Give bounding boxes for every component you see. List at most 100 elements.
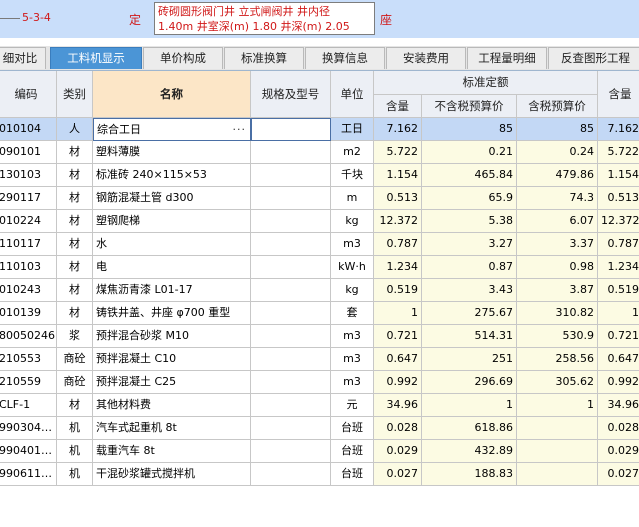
cell-name[interactable]: 综合工日 ··· (93, 118, 251, 141)
cell-quantity-2[interactable]: 0.721 (598, 325, 639, 348)
quota-description-editor[interactable]: 砖砌圆形阀门井 立式闸阀井 井内径 1.40m 井室深(m) 1.80 井深(m… (154, 2, 375, 35)
cell-quantity-2[interactable]: 7.162 (598, 118, 639, 141)
cell-unit[interactable]: kg (331, 210, 374, 233)
cell-code[interactable]: 80050246 (0, 325, 57, 348)
cell-price-incl-tax[interactable]: 305.62 (517, 371, 598, 394)
cell-quantity[interactable]: 34.96 (374, 394, 422, 417)
cell-name[interactable]: 水 (93, 233, 251, 256)
cell-name[interactable]: 预拌混合砂浆 M10 (93, 325, 251, 348)
cell-unit[interactable]: m3 (331, 348, 374, 371)
cell-price-excl-tax[interactable]: 275.67 (422, 302, 517, 325)
cell-name[interactable]: 电 (93, 256, 251, 279)
cell-category[interactable]: 机 (57, 463, 93, 486)
cell-quantity-2[interactable]: 1.154 (598, 164, 639, 187)
cell-category[interactable]: 材 (57, 256, 93, 279)
cell-price-excl-tax[interactable]: 85 (422, 118, 517, 141)
cell-category[interactable]: 材 (57, 141, 93, 164)
cell-quantity[interactable]: 1.234 (374, 256, 422, 279)
cell-spec[interactable] (251, 348, 331, 371)
cell-unit[interactable]: 台班 (331, 463, 374, 486)
header-code[interactable]: 编码 (0, 71, 57, 118)
tab-0[interactable]: 细对比 (0, 47, 46, 69)
tab-3[interactable]: 标准换算 (224, 47, 304, 69)
cell-quantity[interactable]: 0.027 (374, 463, 422, 486)
header-name[interactable]: 名称 (93, 71, 251, 118)
cell-quantity-2[interactable]: 0.992 (598, 371, 639, 394)
cell-category[interactable]: 商砼 (57, 348, 93, 371)
more-options-icon[interactable]: ··· (233, 119, 247, 140)
cell-code[interactable]: 290117 (0, 187, 57, 210)
cell-unit[interactable]: m2 (331, 141, 374, 164)
header-price-incl-tax[interactable]: 含税预算价 (517, 95, 598, 118)
cell-unit[interactable]: m (331, 187, 374, 210)
cell-price-incl-tax[interactable]: 310.82 (517, 302, 598, 325)
header-spec[interactable]: 规格及型号 (251, 71, 331, 118)
cell-code[interactable]: 990611… (0, 463, 57, 486)
cell-name[interactable]: 钢筋混凝土管 d300 (93, 187, 251, 210)
cell-quantity-2[interactable]: 12.372 (598, 210, 639, 233)
cell-quantity[interactable]: 0.519 (374, 279, 422, 302)
cell-name[interactable]: 塑钢爬梯 (93, 210, 251, 233)
cell-quantity[interactable]: 0.721 (374, 325, 422, 348)
cell-code[interactable]: 110117 (0, 233, 57, 256)
header-quantity[interactable]: 含量 (374, 95, 422, 118)
cell-quantity-2[interactable]: 1.234 (598, 256, 639, 279)
cell-price-excl-tax[interactable]: 3.27 (422, 233, 517, 256)
cell-quantity[interactable]: 5.722 (374, 141, 422, 164)
quota-row[interactable]: 5-3-4 定 砖砌圆形阀门井 立式闸阀井 井内径 1.40m 井室深(m) 1… (0, 0, 639, 38)
cell-spec[interactable] (251, 210, 331, 233)
cell-code[interactable]: 010224 (0, 210, 57, 233)
cell-quantity-2[interactable]: 0.027 (598, 463, 639, 486)
cell-unit[interactable]: m3 (331, 371, 374, 394)
cell-quantity-2[interactable]: 5.722 (598, 141, 639, 164)
cell-unit[interactable]: kg (331, 279, 374, 302)
cell-price-excl-tax[interactable]: 0.21 (422, 141, 517, 164)
cell-code[interactable]: 110103 (0, 256, 57, 279)
cell-quantity[interactable]: 1.154 (374, 164, 422, 187)
cell-unit[interactable]: 元 (331, 394, 374, 417)
cell-price-incl-tax[interactable]: 74.3 (517, 187, 598, 210)
tab-4[interactable]: 换算信息 (305, 47, 385, 69)
cell-spec[interactable] (251, 371, 331, 394)
cell-spec[interactable] (251, 325, 331, 348)
cell-quantity-2[interactable]: 0.519 (598, 279, 639, 302)
cell-category[interactable]: 机 (57, 440, 93, 463)
cell-quantity[interactable]: 0.029 (374, 440, 422, 463)
cell-name[interactable]: 预拌混凝土 C10 (93, 348, 251, 371)
cell-unit[interactable]: m3 (331, 325, 374, 348)
cell-price-excl-tax[interactable]: 0.87 (422, 256, 517, 279)
cell-spec[interactable] (251, 440, 331, 463)
cell-code[interactable]: 010139 (0, 302, 57, 325)
cell-price-excl-tax[interactable]: 432.89 (422, 440, 517, 463)
cell-price-excl-tax[interactable]: 465.84 (422, 164, 517, 187)
cell-category[interactable]: 材 (57, 394, 93, 417)
tab-1[interactable]: 工料机显示 (50, 47, 142, 69)
cell-quantity[interactable]: 12.372 (374, 210, 422, 233)
cell-code[interactable]: 210553 (0, 348, 57, 371)
header-price-excl-tax[interactable]: 不含税预算价 (422, 95, 517, 118)
cell-price-incl-tax[interactable]: 258.56 (517, 348, 598, 371)
cell-unit[interactable]: 台班 (331, 417, 374, 440)
cell-price-excl-tax[interactable]: 65.9 (422, 187, 517, 210)
cell-price-incl-tax[interactable]: 6.07 (517, 210, 598, 233)
cell-price-excl-tax[interactable]: 1 (422, 394, 517, 417)
cell-price-incl-tax[interactable]: 1 (517, 394, 598, 417)
cell-category[interactable]: 材 (57, 233, 93, 256)
cell-code[interactable]: 010104 (0, 118, 57, 141)
cell-spec[interactable] (251, 417, 331, 440)
cell-price-incl-tax[interactable] (517, 463, 598, 486)
cell-spec[interactable] (251, 394, 331, 417)
cell-category[interactable]: 材 (57, 164, 93, 187)
cell-category[interactable]: 人 (57, 118, 93, 141)
cell-price-incl-tax[interactable]: 479.86 (517, 164, 598, 187)
tab-7[interactable]: 反查图形工程 (548, 47, 639, 69)
header-category[interactable]: 类别 (57, 71, 93, 118)
cell-price-excl-tax[interactable]: 514.31 (422, 325, 517, 348)
cell-unit[interactable]: 台班 (331, 440, 374, 463)
cell-quantity-2[interactable]: 0.513 (598, 187, 639, 210)
cell-code[interactable]: 130103 (0, 164, 57, 187)
quota-code[interactable]: 5-3-4 (0, 11, 51, 24)
cell-quantity[interactable]: 0.513 (374, 187, 422, 210)
cell-name[interactable]: 其他材料费 (93, 394, 251, 417)
cell-name[interactable]: 干混砂浆罐式搅拌机 (93, 463, 251, 486)
